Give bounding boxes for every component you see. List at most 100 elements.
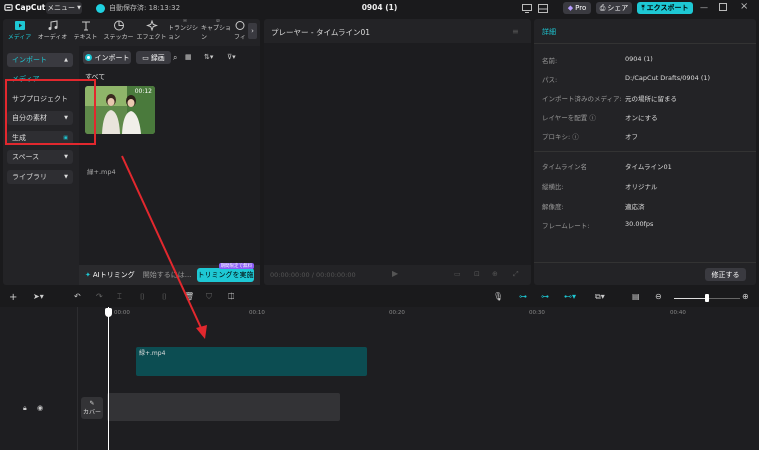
tabs-scroll-right-icon[interactable]: › — [248, 23, 257, 39]
split-icon[interactable]: ⌶ — [117, 292, 122, 302]
crop-icon[interactable]: ⊡ — [474, 270, 480, 278]
upload-icon: ⤒ — [641, 3, 645, 12]
divider — [534, 151, 756, 152]
player-screen[interactable] — [264, 43, 531, 265]
zoom-icon[interactable]: ⊕ — [492, 270, 498, 278]
delete-icon[interactable]: 🗑 — [184, 292, 194, 301]
tool-tabs: メディア オーディオ テキスト ステッカー エフェクト トランジション キャプシ… — [3, 19, 260, 43]
link-icon[interactable]: ⊶ — [541, 292, 549, 301]
maximize-icon[interactable] — [719, 3, 727, 11]
freeze-icon[interactable]: ⎅ — [228, 292, 234, 302]
info-icon: ⓘ — [572, 133, 579, 141]
trim-button[interactable]: トリミングを実施 期間限定で無料 — [197, 263, 254, 282]
grid-view-icon[interactable]: ▦ — [185, 53, 192, 61]
magnet-icon[interactable]: ⊶ — [519, 292, 527, 301]
tab-label: トランジション — [168, 25, 199, 41]
tab-label: エフェクト — [136, 34, 167, 41]
main-track[interactable] — [107, 393, 340, 421]
audio-icon — [48, 20, 57, 30]
detail-key-name: 名前: — [542, 57, 558, 65]
ruler-tick: 00:40 — [670, 310, 686, 316]
tab-media[interactable]: メディア — [3, 19, 36, 43]
share-label: シェア — [607, 4, 629, 12]
sticker-icon — [113, 20, 124, 31]
tab-label: テキスト — [73, 34, 98, 41]
zoom-out-icon[interactable]: ⊖ — [655, 292, 662, 301]
detail-key-proxy-label: プロキシ: — [542, 133, 571, 141]
tab-filter[interactable]: フィ — [234, 19, 246, 43]
sparkle-icon — [145, 20, 158, 31]
timeline-ruler[interactable]: 00:00 00:10 00:20 00:30 00:40 — [108, 310, 759, 319]
timeline-clip[interactable]: 緑+.mp4 — [136, 347, 367, 376]
share-button[interactable]: ⎙ シェア — [596, 2, 632, 14]
cover-label: カバー — [82, 409, 101, 416]
monitor-icon[interactable] — [522, 4, 532, 13]
zoom-slider-handle[interactable] — [705, 294, 709, 302]
zoom-in-icon[interactable]: ⊕ — [742, 292, 749, 301]
tab-audio[interactable]: オーディオ — [36, 19, 69, 43]
split-screen-icon[interactable]: ⧉▾ — [595, 292, 605, 302]
ruler-tick: 00:00 — [114, 310, 130, 316]
tab-sticker[interactable]: ステッカー — [102, 19, 135, 43]
tab-transition[interactable]: トランジション — [168, 19, 201, 43]
player-menu-icon[interactable]: ≡ — [512, 27, 519, 36]
eye-icon[interactable]: ◉ — [37, 404, 43, 412]
pro-button[interactable]: ◆ Pro — [563, 2, 591, 14]
free-badge: 期間限定で無料 — [218, 263, 254, 269]
search-icon[interactable]: ⌕ — [173, 53, 177, 63]
caption-icon — [216, 19, 219, 22]
select-tool-icon[interactable]: ➤▾ — [33, 292, 44, 301]
highlight-box — [5, 79, 96, 145]
detail-key-path: パス: — [542, 76, 558, 84]
add-track-icon[interactable]: + — [9, 292, 17, 303]
caption-track-icon[interactable]: ▤ — [632, 292, 640, 301]
detail-value-name: 0904 (1) — [625, 55, 653, 63]
tab-effect[interactable]: エフェクト — [135, 19, 168, 43]
cover-button[interactable]: ✎ カバー — [81, 397, 103, 419]
detail-value-framerate: 30.00fps — [625, 220, 654, 228]
detail-value-proxy: オフ — [625, 133, 638, 141]
timeline-toolbar: + ➤▾ ↶ ↷ ⌶ ⌷ ⌷ 🗑 ⛉ ⎅ 🎙 ⊶ ⊶ ⊷▾ ⧉▾ ▤ ⊖ ⊕ — [0, 289, 759, 307]
lock-icon[interactable]: 🔒︎ — [23, 404, 27, 413]
zoom-slider-fill — [674, 298, 707, 299]
filter-funnel-icon[interactable]: ⊽▾ — [227, 53, 236, 61]
tab-text[interactable]: テキスト — [69, 19, 102, 43]
media-panel: メディア オーディオ テキスト ステッカー エフェクト トランジション キャプシ… — [3, 19, 260, 285]
export-button[interactable]: ⤒ エクスポート — [637, 2, 693, 14]
import-button[interactable]: インポート — [83, 51, 131, 64]
media-library: インポート ▭ 録画 ⌕ ▦ ⇅▾ ⊽▾ すべて 00:12 緑+.mp4 — [79, 46, 260, 285]
undo-icon[interactable]: ↶ — [74, 292, 81, 301]
playhead[interactable] — [108, 307, 109, 450]
fullscreen-icon[interactable]: ⤢ — [513, 270, 519, 279]
microphone-icon[interactable]: 🎙 — [493, 292, 503, 301]
timeline-panel: 00:00 00:10 00:20 00:30 00:40 🔒︎ ◉ — [0, 307, 759, 450]
ai-trim-label: AIトリミング — [92, 271, 135, 279]
split-right-icon[interactable]: ⌷ — [162, 292, 167, 302]
tab-label: フィ — [234, 34, 246, 41]
details-title: 詳細 — [542, 28, 556, 36]
camera-icon: ▭ — [142, 53, 149, 62]
sidebar-item-space[interactable]: スペース ▼ — [7, 150, 73, 164]
preview-axis-icon[interactable]: ⊷▾ — [564, 292, 576, 301]
share-icon: ⎙ — [599, 3, 606, 12]
ai-trim-input[interactable]: 開始するには... — [143, 270, 192, 280]
record-button[interactable]: ▭ 録画 — [136, 51, 171, 64]
marker-icon[interactable]: ⛉ — [206, 292, 212, 302]
detail-value-timeline-name: タイムライン01 — [625, 163, 672, 171]
aspect-ratio-icon[interactable]: ▭ — [454, 270, 461, 278]
sidebar-item-import[interactable]: インポート ▲ — [7, 53, 73, 67]
close-icon[interactable]: × — [740, 1, 748, 12]
redo-icon[interactable]: ↷ — [96, 292, 103, 301]
playhead-handle[interactable] — [105, 308, 112, 317]
play-icon[interactable]: ▶ — [392, 269, 398, 278]
tab-label: メディア — [7, 34, 32, 41]
tab-caption[interactable]: キャプション — [201, 19, 234, 43]
detail-key-timeline-name: タイムライン名 — [542, 163, 588, 171]
chevron-down-icon: ▼ — [64, 154, 68, 160]
sidebar-item-library[interactable]: ライブラリ ▼ — [7, 170, 73, 184]
minimize-icon[interactable]: — — [700, 3, 708, 12]
sort-icon[interactable]: ⇅▾ — [204, 53, 213, 61]
split-left-icon[interactable]: ⌷ — [140, 292, 145, 302]
layout-icon[interactable] — [538, 4, 548, 13]
fix-button[interactable]: 修正する — [705, 268, 746, 281]
